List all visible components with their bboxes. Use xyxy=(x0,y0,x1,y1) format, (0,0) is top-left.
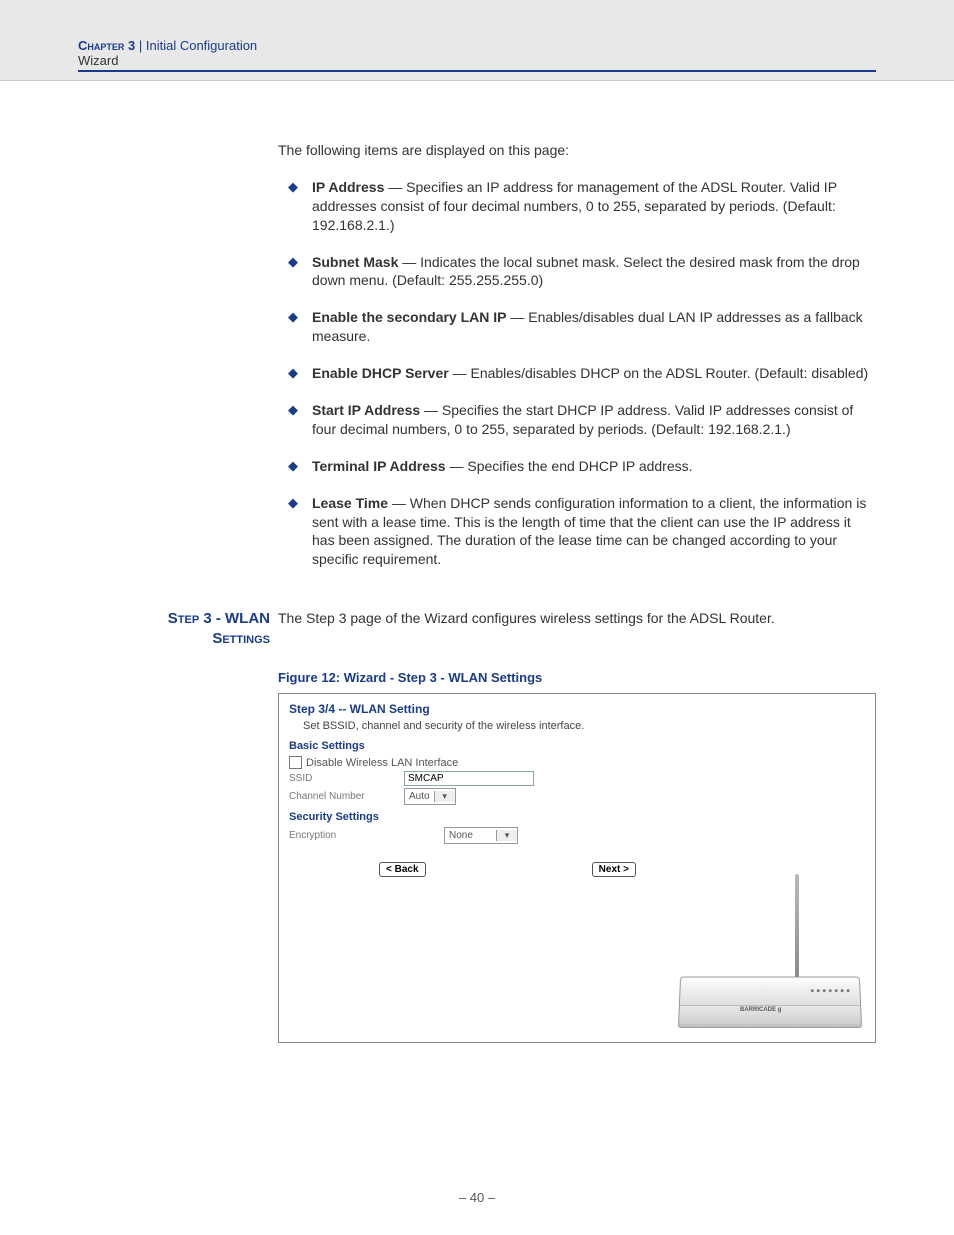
item-text: — Enables/disables DHCP on the ADSL Rout… xyxy=(449,365,868,381)
section-heading-line2: Settings xyxy=(212,630,270,647)
item-text: — Specifies an IP address for management… xyxy=(312,179,837,233)
encryption-label: Encryption xyxy=(289,830,444,841)
chapter-subtitle: Wizard xyxy=(78,53,876,68)
channel-select[interactable]: Auto ▾ xyxy=(404,788,456,805)
intro-text: The following items are displayed on thi… xyxy=(278,141,876,160)
list-item: Subnet Mask — Indicates the local subnet… xyxy=(278,253,876,291)
item-label: Lease Time xyxy=(312,495,388,511)
channel-label: Channel Number xyxy=(289,791,404,802)
ssid-label: SSID xyxy=(289,773,404,784)
section-heading-line1: Step 3 - WLAN xyxy=(168,610,270,627)
list-item: Enable DHCP Server — Enables/disables DH… xyxy=(278,364,876,383)
chapter-title: Initial Configuration xyxy=(146,38,257,53)
item-label: Start IP Address xyxy=(312,402,420,418)
page-number: – 40 – xyxy=(0,1190,954,1205)
chevron-down-icon: ▾ xyxy=(496,830,517,841)
page-header: Chapter 3 | Initial Configuration Wizard xyxy=(0,0,954,81)
item-label: Subnet Mask xyxy=(312,254,398,270)
figure-caption: Figure 12: Wizard - Step 3 - WLAN Settin… xyxy=(278,670,876,685)
router-brand: BARRICADE g xyxy=(740,1007,782,1013)
item-label: Terminal IP Address xyxy=(312,458,446,474)
item-text: — When DHCP sends configuration informat… xyxy=(312,495,866,568)
next-button[interactable]: Next > xyxy=(592,862,636,877)
item-label: Enable DHCP Server xyxy=(312,365,449,381)
security-settings-heading: Security Settings xyxy=(289,811,865,823)
section-heading: Step 3 - WLAN Settings xyxy=(78,609,278,648)
encryption-select[interactable]: None ▾ xyxy=(444,827,518,844)
list-item: Terminal IP Address — Specifies the end … xyxy=(278,457,876,476)
back-button[interactable]: < Back xyxy=(379,862,426,877)
chevron-down-icon: ▾ xyxy=(434,791,455,802)
item-list: IP Address — Specifies an IP address for… xyxy=(278,178,876,569)
encryption-value: None xyxy=(445,830,477,841)
disable-wlan-label: Disable Wireless LAN Interface xyxy=(306,757,458,769)
item-label: Enable the secondary LAN IP xyxy=(312,309,507,325)
wizard-step-subtitle: Set BSSID, channel and security of the w… xyxy=(303,720,865,732)
router-image: BARRICADE g xyxy=(671,914,861,1034)
item-text: — Specifies the end DHCP IP address. xyxy=(446,458,693,474)
chapter-label: Chapter 3 xyxy=(78,38,135,53)
item-label: IP Address xyxy=(312,179,384,195)
section-body: The Step 3 page of the Wizard configures… xyxy=(278,609,876,628)
wizard-step-title: Step 3/4 -- WLAN Setting xyxy=(289,702,865,716)
channel-value: Auto xyxy=(405,791,434,802)
list-item: IP Address — Specifies an IP address for… xyxy=(278,178,876,235)
list-item: Start IP Address — Specifies the start D… xyxy=(278,401,876,439)
header-rule xyxy=(78,70,876,72)
list-item: Lease Time — When DHCP sends configurati… xyxy=(278,494,876,570)
basic-settings-heading: Basic Settings xyxy=(289,740,865,752)
ssid-input[interactable] xyxy=(404,771,534,786)
header-divider: | xyxy=(139,38,142,53)
list-item: Enable the secondary LAN IP — Enables/di… xyxy=(278,308,876,346)
disable-wlan-checkbox[interactable] xyxy=(289,756,302,769)
figure-screenshot: Step 3/4 -- WLAN Setting Set BSSID, chan… xyxy=(278,693,876,1043)
